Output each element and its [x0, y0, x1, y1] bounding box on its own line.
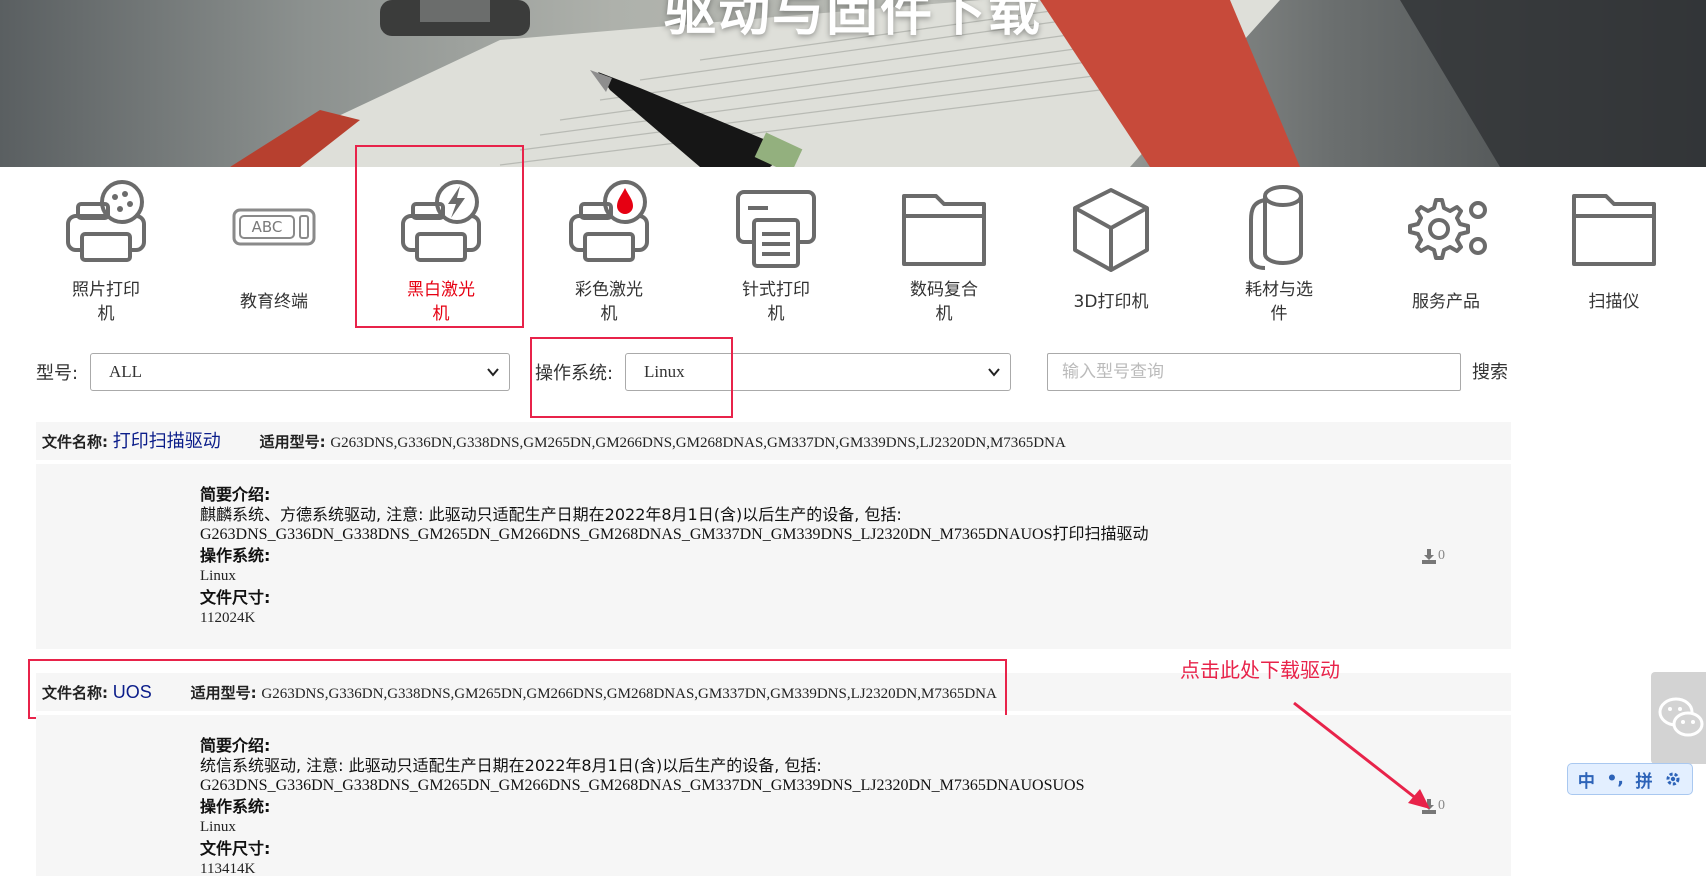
category-service-products[interactable]: 服务产品	[1371, 180, 1521, 320]
ime-language[interactable]: 中	[1578, 767, 1595, 792]
color-laser-icon	[569, 180, 649, 262]
category-label: 黑白激光机	[407, 280, 475, 324]
wechat-icon	[1658, 697, 1704, 737]
models-label: 适用型号:	[259, 433, 326, 451]
category-photo-printer[interactable]: 照片打印机	[31, 180, 181, 324]
ime-punctuation[interactable]: •,	[1606, 769, 1623, 789]
os-select[interactable]: Linux	[625, 353, 1011, 391]
category-label: 照片打印机	[72, 280, 140, 324]
category-label: 3D打印机	[1073, 292, 1149, 312]
hero-banner: 驱动与固件下载	[0, 0, 1706, 167]
model-select-value: ALL	[109, 362, 143, 381]
file-details: 简要介绍: 麒麟系统、方德系统驱动, 注意: 此驱动只适配生产日期在2022年8…	[36, 464, 1511, 649]
search-button[interactable]: 搜索	[1472, 358, 1508, 384]
page-title: 驱动与固件下载	[663, 0, 1042, 43]
photo-printer-icon	[66, 180, 146, 262]
category-label: 教育终端	[240, 292, 308, 312]
category-consumables[interactable]: 耗材与选件	[1204, 180, 1354, 324]
chevron-down-icon	[487, 368, 499, 377]
svg-text:ABC: ABC	[252, 218, 283, 236]
category-digital-mfp[interactable]: 数码复合机	[869, 180, 1019, 324]
file-name-link[interactable]: 打印扫描驱动	[113, 431, 221, 451]
file-os: Linux	[200, 819, 236, 835]
download-count: 0	[1438, 548, 1445, 563]
model-search-input[interactable]	[1047, 353, 1461, 391]
category-3d-printer[interactable]: 3D打印机	[1036, 180, 1186, 320]
annotation-arrow	[1293, 701, 1430, 809]
size-label: 文件尺寸:	[200, 839, 271, 858]
ime-mode[interactable]: 拼	[1635, 767, 1652, 792]
category-mono-laser[interactable]: 黑白激光机	[366, 180, 516, 324]
file-name-link[interactable]: UOS	[113, 682, 152, 702]
size-label: 文件尺寸:	[200, 588, 271, 607]
file-intro-line1: 麒麟系统、方德系统驱动, 注意: 此驱动只适配生产日期在2022年8月1日(含)…	[200, 505, 902, 524]
category-dot-matrix-printer[interactable]: 针式打印机	[701, 180, 851, 324]
model-select[interactable]: ALL	[90, 353, 510, 391]
category-color-laser[interactable]: 彩色激光机	[534, 180, 684, 324]
file-models: G263DNS,G336DN,G338DNS,GM265DN,GM266DNS,…	[330, 435, 1066, 451]
gear-icon[interactable]	[1664, 770, 1682, 788]
mono-laser-icon	[401, 180, 481, 262]
file-name-label: 文件名称:	[42, 433, 108, 451]
wechat-widget[interactable]	[1651, 672, 1706, 764]
gears-icon	[1408, 198, 1487, 260]
os-label: 操作系统:	[200, 546, 271, 565]
download-hint-note: 点击此处下载驱动	[1180, 658, 1340, 682]
file-name-label: 文件名称:	[42, 684, 108, 702]
os-filter-label: 操作系统:	[535, 363, 614, 384]
category-label: 服务产品	[1412, 292, 1480, 312]
category-scanner[interactable]: 扫描仪	[1539, 180, 1689, 320]
category-label: 彩色激光机	[575, 280, 643, 324]
file-intro-line1: 统信系统驱动, 注意: 此驱动只适配生产日期在2022年8月1日(含)以后生产的…	[200, 756, 822, 775]
3d-printer-icon	[1073, 188, 1149, 272]
download-button[interactable]: 0	[1421, 548, 1445, 564]
intro-label: 简要介绍:	[200, 485, 271, 504]
dot-matrix-printer-icon	[736, 190, 816, 268]
category-label: 耗材与选件	[1245, 280, 1313, 324]
file-intro-line2: G263DNS_G336DN_G338DNS_GM265DN_GM266DNS_…	[200, 526, 1149, 543]
file-size: 113414K	[200, 861, 256, 877]
file-models: G263DNS,G336DN,G338DNS,GM265DN,GM266DNS,…	[261, 686, 997, 702]
download-icon	[1422, 548, 1436, 564]
file-size: 112024K	[200, 610, 256, 626]
category-label: 扫描仪	[1588, 292, 1640, 312]
file-intro-line2: G263DNS_G336DN_G338DNS_GM265DN_GM266DNS_…	[200, 777, 1085, 794]
scanner-icon	[1572, 194, 1656, 266]
category-education-terminal[interactable]: ABC 教育终端	[199, 180, 349, 320]
category-label: 针式打印机	[742, 280, 810, 324]
models-label: 适用型号:	[190, 684, 257, 702]
model-filter-label: 型号:	[36, 363, 79, 384]
ime-toolbar[interactable]: 中 •, 拼	[1567, 763, 1693, 795]
digital-mfp-icon	[902, 194, 986, 266]
file-os: Linux	[200, 568, 236, 584]
category-label: 数码复合机	[910, 280, 978, 324]
chevron-down-icon	[988, 368, 1000, 377]
intro-label: 简要介绍:	[200, 736, 271, 755]
education-terminal-icon: ABC	[232, 208, 316, 246]
os-select-value: Linux	[644, 362, 685, 381]
file-header: 文件名称: 打印扫描驱动 适用型号: G263DNS,G336DN,G338DN…	[36, 422, 1511, 460]
consumables-icon	[1249, 185, 1303, 270]
os-label: 操作系统:	[200, 797, 271, 816]
